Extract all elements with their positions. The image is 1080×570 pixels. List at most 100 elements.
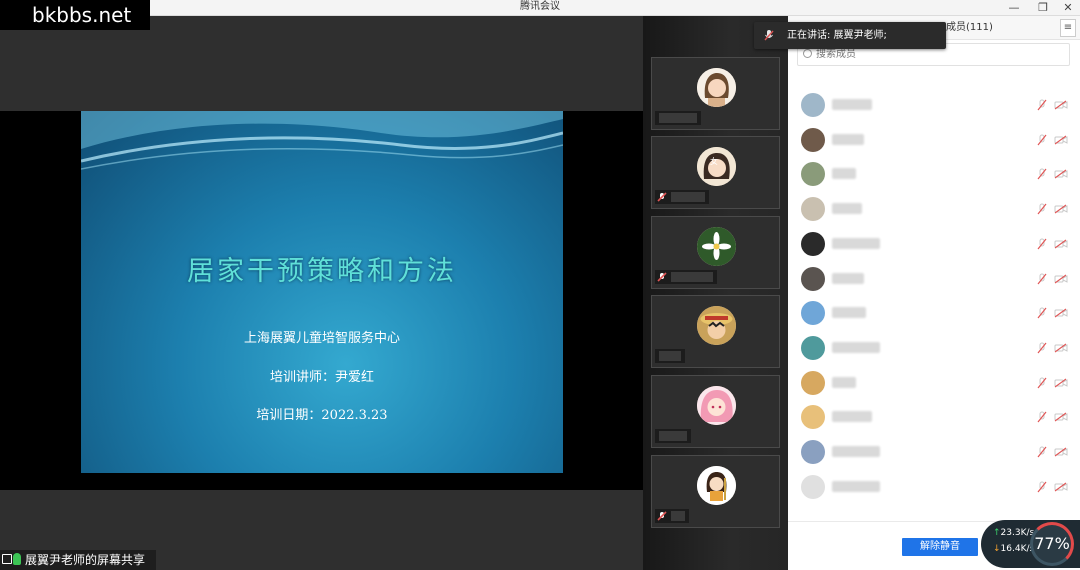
- mic-muted-icon: [657, 272, 667, 282]
- participant-name: [655, 270, 717, 284]
- avatar: [697, 306, 736, 345]
- avatar: [801, 197, 825, 222]
- video-tile[interactable]: [651, 375, 780, 448]
- camera-off-icon[interactable]: [1054, 378, 1068, 388]
- mic-muted-icon: [657, 511, 667, 521]
- camera-off-icon[interactable]: [1054, 274, 1068, 284]
- avatar: [697, 68, 736, 107]
- mic-muted-icon: [657, 192, 667, 202]
- member-name: [832, 411, 872, 423]
- avatar: [801, 127, 825, 152]
- member-row[interactable]: [788, 470, 1080, 505]
- upload-speed: ↑23.3K/s: [993, 528, 1034, 538]
- camera-off-icon[interactable]: [1054, 239, 1068, 249]
- member-row[interactable]: [788, 366, 1080, 401]
- cpu-percent: 77%: [1034, 534, 1070, 553]
- minimize-button[interactable]: —: [1002, 0, 1026, 16]
- avatar: [801, 301, 825, 326]
- camera-off-icon[interactable]: [1054, 204, 1068, 214]
- mic-muted-icon[interactable]: [1036, 273, 1048, 285]
- video-tile[interactable]: [651, 57, 780, 130]
- avatar: [801, 93, 825, 117]
- mic-muted-icon[interactable]: [1036, 411, 1048, 423]
- camera-off-icon[interactable]: [1054, 169, 1068, 179]
- member-name: [832, 133, 864, 145]
- participant-name: [655, 509, 689, 523]
- member-name: [832, 272, 864, 284]
- mic-muted-icon[interactable]: [1036, 168, 1048, 180]
- screen-share-icon: [2, 554, 12, 564]
- video-tile[interactable]: [651, 295, 780, 368]
- member-row[interactable]: [788, 296, 1080, 331]
- avatar: [801, 474, 825, 499]
- camera-off-icon[interactable]: [1054, 447, 1068, 457]
- mic-muted-icon[interactable]: [1036, 342, 1048, 354]
- speaking-mic-icon: [764, 30, 774, 41]
- network-monitor[interactable]: ↑23.3K/s ↓16.4K/s 77%: [981, 520, 1080, 568]
- unmute-all-button[interactable]: 解除静音: [902, 538, 978, 556]
- member-name: [832, 446, 880, 457]
- cpu-gauge: 77%: [1030, 522, 1074, 566]
- avatar: [801, 405, 825, 430]
- member-name: [832, 203, 862, 215]
- microphone-icon: [13, 553, 21, 565]
- window-title: 腾讯会议: [520, 1, 560, 12]
- member-row[interactable]: [788, 435, 1080, 470]
- member-row[interactable]: [788, 192, 1080, 227]
- restore-button[interactable]: ❐: [1031, 0, 1055, 16]
- camera-off-icon[interactable]: [1054, 100, 1068, 110]
- member-row[interactable]: [788, 262, 1080, 297]
- avatar: [801, 162, 825, 187]
- mic-muted-icon[interactable]: [1036, 481, 1048, 493]
- video-tile[interactable]: [651, 455, 780, 528]
- speaking-label: 正在讲话: 展翼尹老师;: [787, 30, 887, 41]
- avatar: [801, 266, 825, 291]
- watermark: bkbbs.net: [0, 0, 150, 30]
- svg-text:女: 女: [710, 156, 718, 166]
- participant-name: [655, 349, 685, 363]
- avatar: [697, 227, 736, 266]
- slide-organization: 上海展翼儿童培智服务中心: [243, 331, 400, 346]
- participant-name: [655, 429, 691, 443]
- member-count: 成员(111): [946, 22, 993, 33]
- member-row[interactable]: [788, 123, 1080, 158]
- member-name: [832, 237, 880, 249]
- avatar: [697, 386, 736, 425]
- mic-muted-icon[interactable]: [1036, 238, 1048, 250]
- menu-icon[interactable]: ≡: [1060, 19, 1076, 37]
- member-name: [832, 341, 880, 353]
- mic-muted-icon[interactable]: [1036, 446, 1048, 458]
- mic-muted-icon[interactable]: [1036, 377, 1048, 389]
- speaking-toast: 正在讲话: 展翼尹老师;: [754, 22, 946, 49]
- mic-muted-icon[interactable]: [1036, 99, 1048, 111]
- avatar: [801, 231, 825, 256]
- share-indicator: 展翼尹老师的屏幕共享: [0, 550, 156, 570]
- member-row[interactable]: [788, 400, 1080, 435]
- close-button[interactable]: ✕: [1056, 0, 1080, 16]
- video-tile[interactable]: 女: [651, 136, 780, 209]
- camera-off-icon[interactable]: [1054, 308, 1068, 318]
- video-tile[interactable]: [651, 216, 780, 289]
- download-arrow-icon: ↓: [993, 544, 1001, 554]
- slide-lecturer: 培训讲师：尹爱红: [269, 370, 374, 385]
- member-row[interactable]: [788, 331, 1080, 366]
- camera-off-icon[interactable]: [1054, 412, 1068, 422]
- mic-muted-icon[interactable]: [1036, 307, 1048, 319]
- mic-muted-icon[interactable]: [1036, 203, 1048, 215]
- participant-name: [655, 111, 701, 125]
- share-indicator-label: 展翼尹老师的屏幕共享: [25, 553, 146, 567]
- member-name: [832, 307, 866, 319]
- member-panel: 成员(111) ≡ 解除静音: [788, 16, 1080, 570]
- avatar: [697, 466, 736, 505]
- mic-muted-icon[interactable]: [1036, 134, 1048, 146]
- member-row[interactable]: [788, 157, 1080, 192]
- camera-off-icon[interactable]: [1054, 135, 1068, 145]
- camera-off-icon[interactable]: [1054, 482, 1068, 492]
- upload-value: 23.3K/s: [1000, 528, 1035, 538]
- member-row[interactable]: [788, 227, 1080, 262]
- member-row[interactable]: [788, 88, 1080, 123]
- meeting-window: bkbbs.net 腾讯会议 — ❐ ✕ 居家干预策略和方法 上海展翼儿童培智服…: [0, 0, 1080, 570]
- camera-off-icon[interactable]: [1054, 343, 1068, 353]
- participant-name: [655, 190, 709, 204]
- slide-title: 居家干预策略和方法: [187, 256, 457, 287]
